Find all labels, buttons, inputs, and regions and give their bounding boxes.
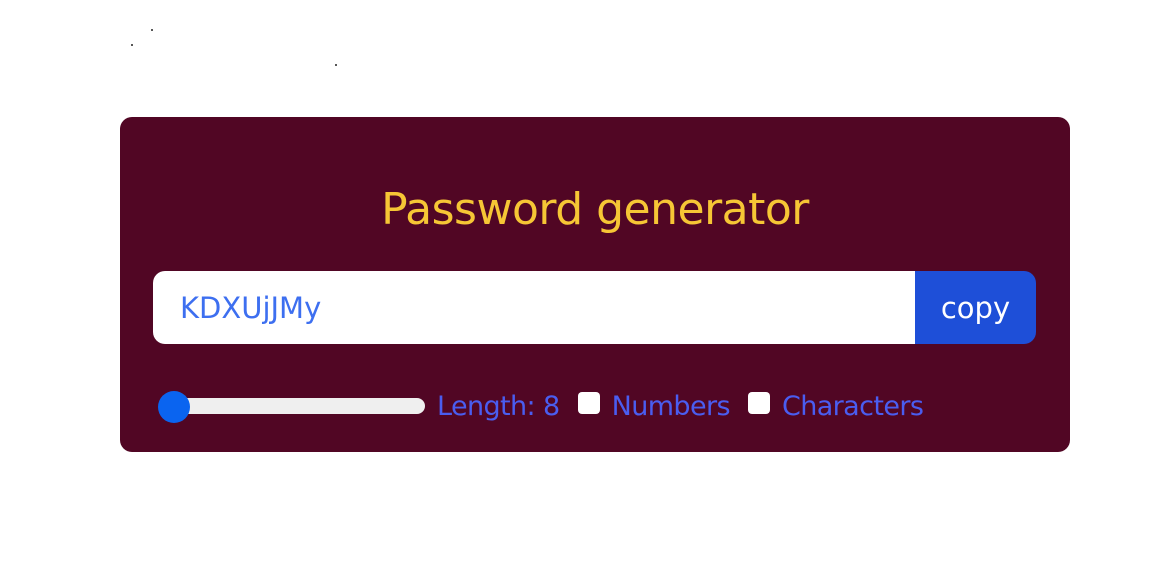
length-slider[interactable] bbox=[155, 384, 427, 428]
stray-dot bbox=[131, 44, 133, 46]
stray-dot bbox=[335, 64, 337, 66]
numbers-checkbox[interactable] bbox=[577, 392, 600, 414]
stray-dot bbox=[151, 29, 153, 31]
slider-track[interactable] bbox=[159, 398, 425, 414]
length-label: Length: 8 bbox=[437, 390, 560, 422]
copy-button[interactable]: copy bbox=[915, 271, 1036, 344]
characters-checkbox[interactable] bbox=[747, 392, 770, 414]
characters-label[interactable]: Characters bbox=[782, 391, 924, 422]
slider-thumb-handle[interactable] bbox=[158, 391, 190, 423]
app-title: Password generator bbox=[381, 184, 809, 235]
options-row: Length: 8 Numbers Characters bbox=[155, 384, 941, 428]
password-row: copy bbox=[153, 271, 1036, 344]
password-output-field[interactable] bbox=[153, 271, 915, 344]
numbers-label[interactable]: Numbers bbox=[612, 391, 731, 422]
